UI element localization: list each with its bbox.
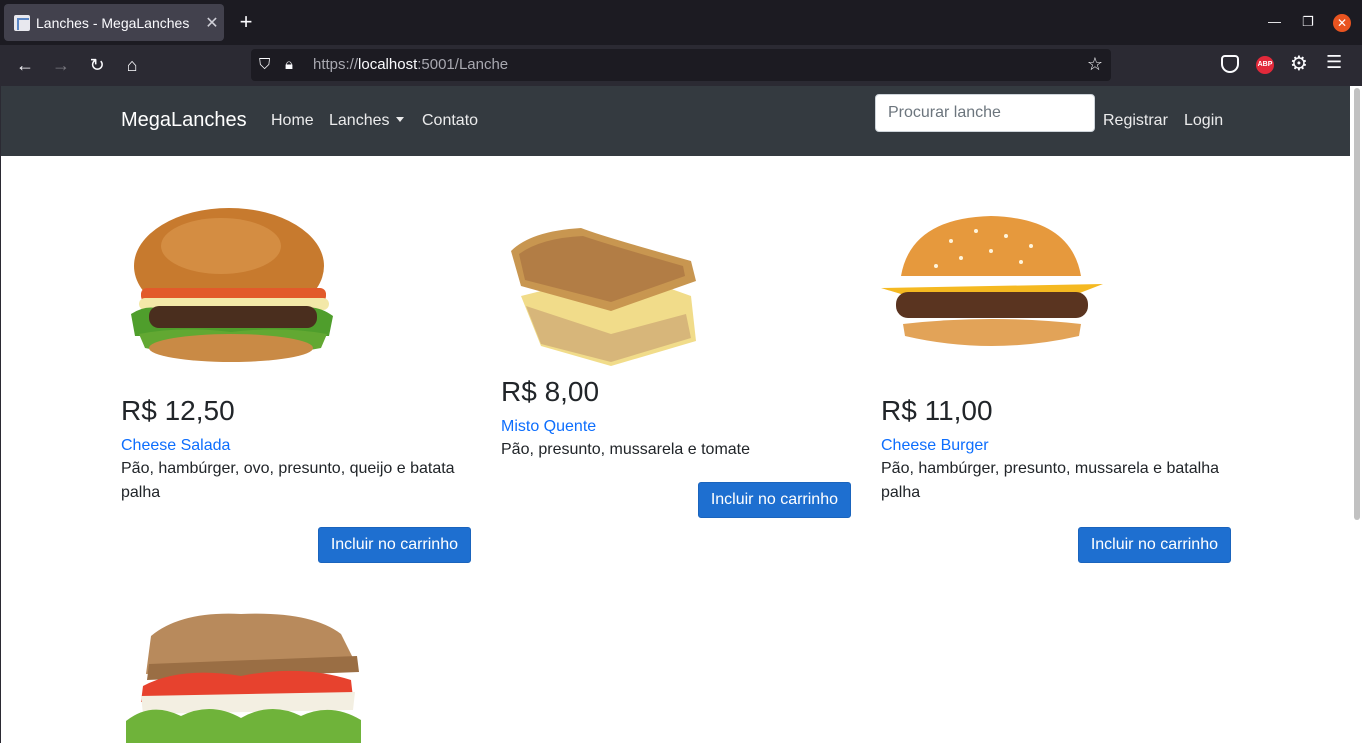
product-price: R$ 11,00 [881, 395, 993, 426]
url-path: :5001/Lanche [417, 56, 509, 73]
pocket-icon[interactable] [1221, 55, 1239, 73]
brand-link[interactable]: MegaLanches [121, 109, 247, 132]
bookmark-star-icon[interactable]: ☆ [1087, 54, 1103, 75]
search-input[interactable] [875, 94, 1095, 132]
product-card [121, 606, 471, 743]
product-price: R$ 12,50 [121, 395, 235, 426]
window-close-icon[interactable]: ✕ [1333, 14, 1351, 32]
home-icon[interactable]: ⌂ [120, 53, 144, 77]
shield-icon[interactable]: ⛉ [259, 56, 270, 73]
url-bar[interactable]: ⛉ 🔒︎ https://localhost:5001/Lanche ☆ [251, 49, 1111, 81]
tab-title: Lanches - MegaLanches [36, 14, 190, 31]
product-description: Pão, presunto, mussarela e tomate [501, 441, 751, 458]
browser-tab[interactable]: Lanches - MegaLanches ✕ [4, 4, 224, 41]
product-card: R$ 8,00 Misto Quente Pão, presunto, muss… [501, 226, 851, 518]
product-card: R$ 11,00 Cheese Burger Pão, hambúrger, p… [881, 196, 1231, 563]
forward-icon[interactable]: → [49, 53, 73, 77]
page-viewport: MegaLanches Home Lanches Contato Registr… [0, 86, 1362, 743]
product-image-cheese-salada [121, 196, 343, 371]
product-description: Pão, hambúrger, presunto, mussarela e ba… [881, 460, 1219, 501]
back-icon[interactable]: ← [13, 53, 37, 77]
product-image-sandwich [121, 606, 366, 743]
browser-tab-bar: Lanches - MegaLanches ✕ + — ❐ ✕ [0, 0, 1362, 45]
product-card: R$ 12,50 Cheese Salada Pão, hambúrger, o… [121, 196, 471, 563]
product-name-link[interactable]: Cheese Burger [881, 437, 1231, 455]
scrollbar-thumb[interactable] [1354, 88, 1360, 520]
nav-lanches-dropdown[interactable]: Lanches [329, 112, 404, 130]
login-link[interactable]: Login [1184, 112, 1223, 130]
adblock-plus-icon[interactable]: ABP [1256, 56, 1274, 74]
extension-gear-icon[interactable]: ⚙ [1290, 51, 1308, 76]
reload-icon[interactable]: ↻ [85, 53, 109, 77]
nav-lanches-label: Lanches [329, 112, 390, 129]
product-image-cheese-burger [881, 196, 1103, 371]
product-name-link[interactable]: Cheese Salada [121, 437, 471, 455]
product-image-misto-quente [501, 226, 701, 366]
product-description: Pão, hambúrger, ovo, presunto, queijo e … [121, 460, 455, 501]
close-tab-icon[interactable]: ✕ [200, 13, 224, 33]
add-to-cart-button[interactable]: Incluir no carrinho [697, 482, 851, 518]
page-favicon-icon [14, 14, 30, 31]
lock-icon[interactable]: 🔒︎ [285, 56, 293, 73]
add-to-cart-button[interactable]: Incluir no carrinho [1077, 527, 1231, 563]
nav-contato-link[interactable]: Contato [422, 112, 478, 130]
minimize-icon[interactable]: — [1268, 14, 1281, 29]
product-price: R$ 8,00 [501, 376, 600, 407]
browser-toolbar: ← → ↻ ⌂ ⛉ 🔒︎ https://localhost:5001/Lanc… [0, 45, 1362, 86]
maximize-icon[interactable]: ❐ [1302, 14, 1314, 30]
product-name-link[interactable]: Misto Quente [501, 418, 851, 436]
register-link[interactable]: Registrar [1103, 112, 1168, 130]
url-host: localhost [358, 56, 418, 73]
nav-home-link[interactable]: Home [271, 112, 314, 130]
new-tab-icon[interactable]: + [234, 10, 258, 34]
caret-down-icon [395, 117, 404, 122]
url-text[interactable]: https://localhost:5001/Lanche [313, 56, 508, 73]
hamburger-menu-icon[interactable]: ☰ [1326, 52, 1342, 73]
add-to-cart-button[interactable]: Incluir no carrinho [317, 527, 471, 563]
site-navbar: MegaLanches Home Lanches Contato Registr… [1, 86, 1350, 156]
url-scheme: https:// [313, 56, 359, 73]
